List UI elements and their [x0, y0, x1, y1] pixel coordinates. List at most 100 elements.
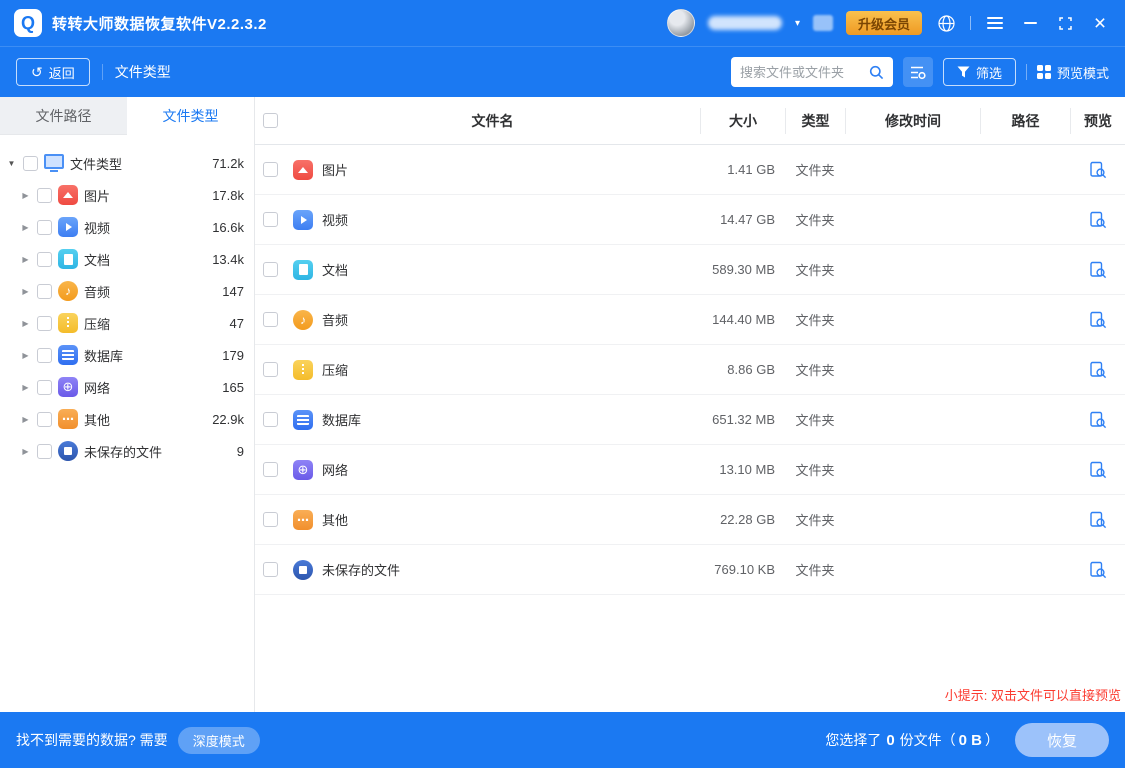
- tree-item-documents[interactable]: ▶ 文档 13.4k: [6, 243, 244, 275]
- tree-item-label: 未保存的文件: [84, 442, 162, 461]
- row-checkbox[interactable]: [263, 262, 278, 277]
- row-checkbox[interactable]: [263, 412, 278, 427]
- tree-item-network[interactable]: ▶ 网络 165: [6, 371, 244, 403]
- tree-item-label: 文档: [84, 250, 110, 269]
- tree-item-database[interactable]: ▶ 数据库 179: [6, 339, 244, 371]
- chevron-right-icon[interactable]: ▶: [20, 415, 31, 424]
- table-row[interactable]: 其他 22.28 GB 文件夹: [255, 495, 1125, 545]
- checkbox[interactable]: [37, 380, 52, 395]
- table-row[interactable]: 网络 13.10 MB 文件夹: [255, 445, 1125, 495]
- chevron-right-icon[interactable]: ▶: [20, 447, 31, 456]
- chevron-down-icon[interactable]: ▼: [6, 159, 17, 168]
- row-checkbox[interactable]: [263, 362, 278, 377]
- row-checkbox[interactable]: [263, 312, 278, 327]
- table-row[interactable]: 图片 1.41 GB 文件夹: [255, 145, 1125, 195]
- checkbox[interactable]: [37, 316, 52, 331]
- preview-icon[interactable]: [1089, 261, 1107, 279]
- promo-icon[interactable]: [813, 15, 833, 31]
- checkbox[interactable]: [37, 444, 52, 459]
- list-sort-icon[interactable]: [903, 57, 933, 87]
- row-type: 文件夹: [795, 210, 834, 229]
- row-name: 视频: [322, 210, 348, 229]
- chevron-right-icon[interactable]: ▶: [20, 319, 31, 328]
- row-checkbox[interactable]: [263, 562, 278, 577]
- tree-item-file-type-root[interactable]: ▼ 文件类型 71.2k: [6, 147, 244, 179]
- table-row[interactable]: 文档 589.30 MB 文件夹: [255, 245, 1125, 295]
- deep-mode-button[interactable]: 深度模式: [178, 727, 260, 754]
- preview-mode-button[interactable]: 预览模式: [1037, 63, 1109, 82]
- select-all-checkbox-cell: [255, 113, 285, 128]
- row-checkbox[interactable]: [263, 512, 278, 527]
- titlebar: Q 转转大师数据恢复软件V2.2.3.2 ▾ 升级会员 ×: [0, 0, 1125, 46]
- filter-icon: [957, 66, 970, 78]
- tree-item-label: 网络: [84, 378, 110, 397]
- table-row[interactable]: 未保存的文件 769.10 KB 文件夹: [255, 545, 1125, 595]
- footer-left: 找不到需要的数据? 需要 深度模式: [16, 727, 260, 754]
- back-button[interactable]: ↺ 返回: [16, 58, 90, 86]
- chevron-right-icon[interactable]: ▶: [20, 255, 31, 264]
- preview-icon[interactable]: [1089, 211, 1107, 229]
- preview-icon[interactable]: [1089, 561, 1107, 579]
- chevron-right-icon[interactable]: ▶: [20, 223, 31, 232]
- search-icon[interactable]: [869, 65, 884, 80]
- checkbox[interactable]: [37, 220, 52, 235]
- row-checkbox[interactable]: [263, 162, 278, 177]
- filter-button[interactable]: 筛选: [943, 58, 1016, 86]
- preview-icon[interactable]: [1089, 361, 1107, 379]
- header-modified-time[interactable]: 修改时间: [845, 108, 980, 134]
- row-size: 144.40 MB: [712, 312, 785, 327]
- checkbox[interactable]: [37, 412, 52, 427]
- account-dropdown-caret-icon[interactable]: ▾: [795, 18, 800, 29]
- checkbox[interactable]: [37, 348, 52, 363]
- video-icon: [293, 210, 313, 230]
- preview-icon[interactable]: [1089, 161, 1107, 179]
- video-icon: [58, 217, 78, 237]
- select-all-checkbox[interactable]: [263, 113, 278, 128]
- main-area: 文件路径 文件类型 ▼ 文件类型 71.2k ▶ 图片 17.8k: [0, 97, 1125, 712]
- table-row[interactable]: 视频 14.47 GB 文件夹: [255, 195, 1125, 245]
- maximize-button[interactable]: [1054, 12, 1076, 34]
- header-path[interactable]: 路径: [980, 108, 1070, 134]
- customer-service-icon[interactable]: [935, 12, 957, 34]
- table-row[interactable]: 压缩 8.86 GB 文件夹: [255, 345, 1125, 395]
- tree-item-count: 71.2k: [212, 156, 244, 171]
- preview-icon[interactable]: [1089, 311, 1107, 329]
- minimize-button[interactable]: [1019, 12, 1041, 34]
- tree-item-other[interactable]: ▶ 其他 22.9k: [6, 403, 244, 435]
- tree-item-audio[interactable]: ▶ 音频 147: [6, 275, 244, 307]
- row-type: 文件夹: [795, 410, 834, 429]
- upgrade-vip-button[interactable]: 升级会员: [846, 11, 922, 35]
- table-row[interactable]: 音频 144.40 MB 文件夹: [255, 295, 1125, 345]
- preview-icon[interactable]: [1089, 461, 1107, 479]
- chevron-right-icon[interactable]: ▶: [20, 351, 31, 360]
- recover-button[interactable]: 恢复: [1015, 723, 1109, 757]
- tree-item-archives[interactable]: ▶ 压缩 47: [6, 307, 244, 339]
- chevron-right-icon[interactable]: ▶: [20, 191, 31, 200]
- header-size[interactable]: 大小: [700, 108, 785, 134]
- tree-item-images[interactable]: ▶ 图片 17.8k: [6, 179, 244, 211]
- checkbox[interactable]: [37, 284, 52, 299]
- tab-file-path[interactable]: 文件路径: [0, 97, 127, 135]
- close-button[interactable]: ×: [1089, 12, 1111, 34]
- chevron-right-icon[interactable]: ▶: [20, 287, 31, 296]
- row-checkbox[interactable]: [263, 462, 278, 477]
- checkbox[interactable]: [37, 252, 52, 267]
- search-input[interactable]: [740, 65, 863, 80]
- chevron-right-icon[interactable]: ▶: [20, 383, 31, 392]
- preview-icon[interactable]: [1089, 411, 1107, 429]
- header-file-name[interactable]: 文件名: [285, 108, 700, 134]
- tab-file-type[interactable]: 文件类型: [127, 97, 254, 135]
- header-preview[interactable]: 预览: [1070, 108, 1125, 134]
- image-icon: [58, 185, 78, 205]
- header-type[interactable]: 类型: [785, 108, 845, 134]
- preview-icon[interactable]: [1089, 511, 1107, 529]
- tree-item-videos[interactable]: ▶ 视频 16.6k: [6, 211, 244, 243]
- tree-item-unsaved[interactable]: ▶ 未保存的文件 9: [6, 435, 244, 467]
- titlebar-divider: [970, 16, 971, 30]
- menu-icon[interactable]: [984, 12, 1006, 34]
- checkbox[interactable]: [23, 156, 38, 171]
- table-row[interactable]: 数据库 651.32 MB 文件夹: [255, 395, 1125, 445]
- row-checkbox[interactable]: [263, 212, 278, 227]
- user-avatar[interactable]: [667, 9, 695, 37]
- checkbox[interactable]: [37, 188, 52, 203]
